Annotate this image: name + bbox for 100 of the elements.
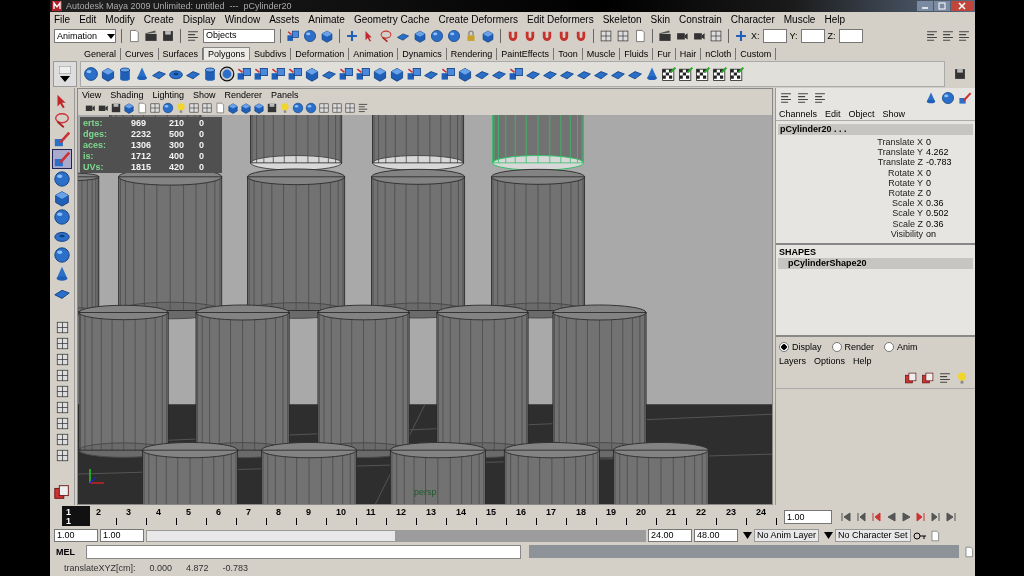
grid-icon[interactable] — [344, 102, 356, 114]
current-frame-marker[interactable] — [62, 506, 90, 526]
cylinder-icon[interactable] — [202, 66, 218, 82]
magnet-icon[interactable] — [523, 29, 537, 43]
menu-item[interactable]: File — [54, 14, 71, 25]
menu-item[interactable]: Edit — [79, 14, 97, 25]
sphere-icon[interactable] — [292, 102, 304, 114]
shelf-tab[interactable]: Dynamics — [398, 48, 447, 60]
grid-icon[interactable] — [54, 384, 70, 399]
menu-set-dropdown[interactable]: Animation — [54, 29, 116, 43]
lines-icon[interactable] — [957, 29, 971, 43]
grid-icon[interactable] — [54, 336, 70, 351]
cone-icon[interactable] — [644, 66, 660, 82]
shelf-menu-icon[interactable] — [60, 76, 70, 82]
shelf-tab[interactable]: Animation — [349, 48, 399, 60]
shape-name[interactable]: pCylinderShape20 — [778, 258, 973, 270]
lines-icon[interactable] — [779, 91, 793, 105]
lines-icon[interactable] — [796, 91, 810, 105]
cone-icon[interactable] — [134, 66, 150, 82]
magnet-icon[interactable] — [506, 29, 520, 43]
shelf-tab[interactable]: nCloth — [701, 48, 737, 60]
sphere-icon[interactable] — [53, 246, 71, 264]
cube-icon[interactable] — [253, 102, 265, 114]
grid-icon[interactable] — [616, 29, 630, 43]
sphere-icon[interactable] — [430, 29, 444, 43]
blocks-icon[interactable] — [236, 66, 252, 82]
shelf-tab[interactable]: Fluids — [620, 48, 654, 60]
blocks-icon[interactable] — [286, 29, 300, 43]
shelf-tab[interactable]: Muscle — [582, 48, 621, 60]
lines-icon[interactable] — [925, 29, 939, 43]
step-back-icon[interactable] — [855, 510, 867, 523]
shelf-tab[interactable]: PaintEffects — [497, 48, 555, 60]
cylinder-icon[interactable] — [117, 66, 133, 82]
menu-item[interactable]: Skin — [650, 14, 671, 25]
grid-icon[interactable] — [54, 368, 70, 383]
lines-icon[interactable] — [938, 371, 952, 385]
brush-icon[interactable] — [958, 91, 972, 105]
checker-icon[interactable] — [678, 66, 694, 82]
grid-icon[interactable] — [54, 400, 70, 415]
start-time-field[interactable]: 1.00 — [54, 529, 98, 542]
layers-icon[interactable] — [53, 483, 71, 501]
shelf-tab[interactable]: Curves — [121, 48, 159, 60]
sphere-icon[interactable] — [303, 29, 317, 43]
grid-icon[interactable] — [54, 320, 70, 335]
sphere-icon[interactable] — [447, 29, 461, 43]
key-forward-icon[interactable] — [915, 510, 927, 523]
shelf-tab[interactable]: Subdivs — [250, 48, 292, 60]
page-icon[interactable] — [127, 29, 141, 43]
ring-icon[interactable] — [219, 66, 235, 82]
panel-menu-item[interactable]: Renderer — [224, 90, 262, 100]
sphere-icon[interactable] — [83, 66, 99, 82]
skip-start-icon[interactable] — [840, 510, 852, 523]
checker-icon[interactable] — [661, 66, 677, 82]
anim-layer-field[interactable]: No Anim Layer — [754, 529, 820, 542]
cube-icon[interactable] — [457, 66, 473, 82]
step-forward-icon[interactable] — [930, 510, 942, 523]
cube-icon[interactable] — [227, 102, 239, 114]
layers-icon[interactable] — [921, 371, 935, 385]
play-icon[interactable] — [900, 510, 912, 523]
maximize-icon[interactable] — [934, 1, 950, 11]
shelf-tab[interactable]: General — [80, 48, 122, 60]
menu-item[interactable]: Window — [224, 14, 261, 25]
cube-icon[interactable] — [53, 189, 71, 207]
end-time-field[interactable]: 48.00 — [694, 529, 738, 542]
object-name[interactable]: pCylinder20 . . . — [778, 124, 973, 135]
magnet-icon[interactable] — [540, 29, 554, 43]
blocks-icon[interactable] — [355, 66, 371, 82]
lasso-icon[interactable] — [53, 111, 71, 129]
grid-icon[interactable] — [201, 102, 213, 114]
x-input[interactable] — [762, 29, 787, 43]
attribute-value[interactable]: -0.783 — [926, 157, 975, 168]
blocks-icon[interactable] — [338, 66, 354, 82]
blocks-icon[interactable] — [440, 66, 456, 82]
layer-menu-item[interactable]: Help — [853, 356, 872, 366]
menu-item[interactable]: Create — [143, 14, 174, 25]
shelf-tab[interactable]: Custom — [736, 48, 777, 60]
attribute-value[interactable]: 0 — [926, 177, 975, 188]
menu-item[interactable]: Edit Deformers — [526, 14, 594, 25]
lines-icon[interactable] — [186, 29, 200, 43]
magnet-icon[interactable] — [574, 29, 588, 43]
grid-icon[interactable] — [54, 448, 70, 463]
minimize-icon[interactable] — [917, 1, 933, 11]
sphere-icon[interactable] — [941, 91, 955, 105]
cube-icon[interactable] — [320, 29, 334, 43]
menu-item[interactable]: Modify — [105, 14, 135, 25]
cube-icon[interactable] — [481, 29, 495, 43]
selection-mode-field[interactable]: Objects — [203, 29, 275, 43]
menu-item[interactable]: Help — [824, 14, 845, 25]
grid-icon[interactable] — [599, 29, 613, 43]
attribute-value[interactable]: 0 — [926, 137, 975, 148]
cube-icon[interactable] — [389, 66, 405, 82]
menu-item[interactable]: Constrain — [679, 14, 722, 25]
menu-item[interactable]: Create Deformers — [438, 14, 518, 25]
play-back-icon[interactable] — [885, 510, 897, 523]
grid-icon[interactable] — [709, 29, 723, 43]
layer-menu-item[interactable]: Layers — [779, 356, 806, 366]
attribute-value[interactable]: 0.502 — [926, 208, 975, 219]
page-icon[interactable] — [963, 545, 975, 558]
shelf-tab[interactable]: Rendering — [446, 48, 498, 60]
grid-icon[interactable] — [54, 352, 70, 367]
